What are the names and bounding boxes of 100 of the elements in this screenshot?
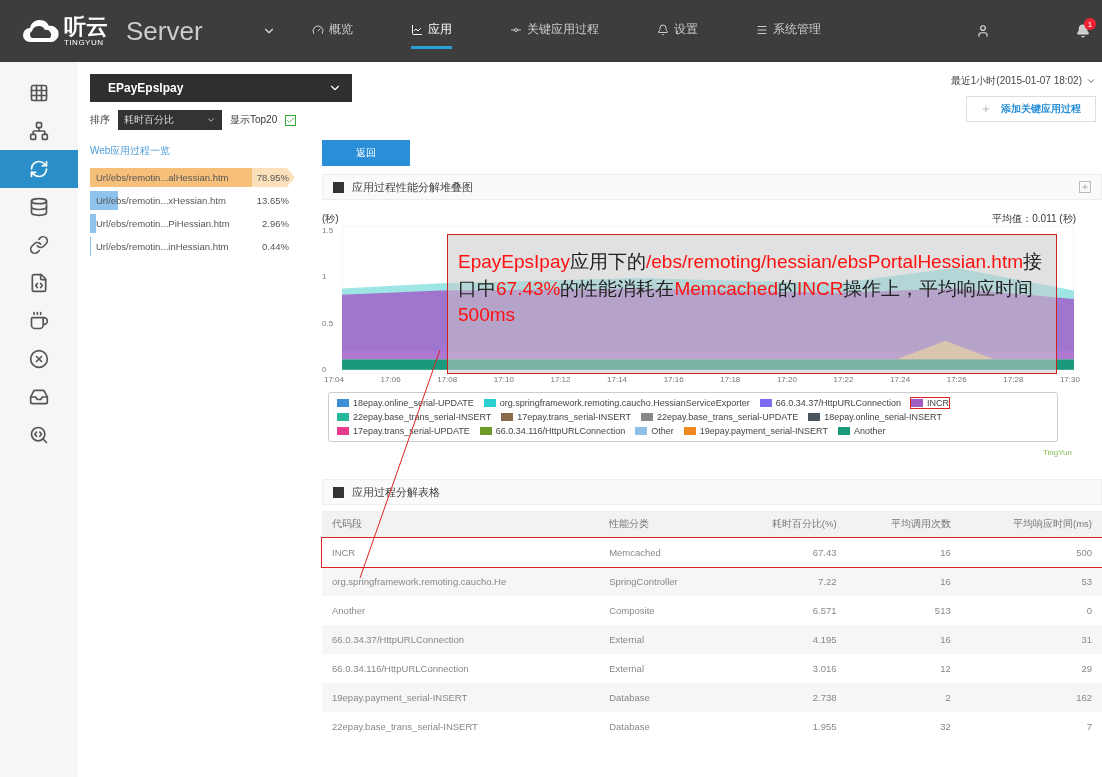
table-cell: Database xyxy=(599,683,726,712)
legend-item[interactable]: 18epay.online_serial-INSERT xyxy=(808,412,942,422)
table-cell: 162 xyxy=(960,683,1102,712)
caret-icon xyxy=(1086,76,1096,86)
coffee-cup-icon xyxy=(29,311,49,331)
top20-label: 显示Top20 xyxy=(230,113,278,127)
process-list-item[interactable]: Url/ebs/remotin...alHessian.htm 78.95% xyxy=(90,168,295,187)
average-label: 平均值：0.011 (秒) xyxy=(992,212,1076,226)
x-tick-label: 17:28 xyxy=(1003,375,1024,384)
cloud-logo-icon xyxy=(22,18,60,44)
table-cell: 0 xyxy=(960,596,1102,625)
nav-tab[interactable]: 设置 xyxy=(657,13,698,49)
x-tick-label: 17:26 xyxy=(946,375,967,384)
column-header[interactable]: 性能分类 xyxy=(599,511,726,538)
chart-credit: TingYun xyxy=(1042,448,1072,457)
notification-badge: 1 xyxy=(1084,18,1096,30)
legend-item[interactable]: org.springframework.remoting.caucho.HessianServiceExporter xyxy=(483,398,750,408)
legend-item[interactable]: Another xyxy=(837,426,886,436)
column-header[interactable]: 平均调用次数 xyxy=(846,511,961,538)
table-cell: 16 xyxy=(846,625,961,654)
legend-item[interactable]: 66.0.34.37/HttpURLConnection xyxy=(759,398,901,408)
x-tick-label: 17:08 xyxy=(437,375,458,384)
collapse-icon[interactable] xyxy=(333,486,344,498)
database-icon xyxy=(29,197,49,217)
link-icon xyxy=(29,235,49,255)
line-chart-icon xyxy=(411,23,423,36)
process-list-item[interactable]: Url/ebs/remotin...inHessian.htm 0.44% xyxy=(90,237,295,256)
nav-tab[interactable]: 系统管理 xyxy=(756,13,821,49)
table-cell: Another xyxy=(322,596,600,625)
hierarchy-icon xyxy=(29,121,49,141)
column-header[interactable]: 耗时百分比(%) xyxy=(725,511,847,538)
table-cell: 67.43 xyxy=(725,538,847,567)
bell-icon[interactable] xyxy=(1076,24,1090,38)
table-cell: 1.955 xyxy=(725,712,847,741)
table-cell: Composite xyxy=(599,596,726,625)
table-cell: 31 xyxy=(960,625,1102,654)
plus-icon xyxy=(981,104,991,114)
inbox-icon xyxy=(29,387,49,407)
x-tick-label: 17:18 xyxy=(720,375,741,384)
logo-subtext: TINGYUN xyxy=(64,37,104,47)
table-cell: 53 xyxy=(960,567,1102,596)
y-axis-unit: (秒) xyxy=(322,212,339,226)
search-icon xyxy=(29,425,49,445)
table-cell: org.springframework.remoting.caucho.He xyxy=(322,567,600,596)
legend-item[interactable]: 22epay.base_trans_serial-UPDATE xyxy=(640,412,799,422)
table-cell: 6.571 xyxy=(725,596,847,625)
legend-item[interactable]: 19epay.payment_serial-INSERT xyxy=(683,426,828,436)
user-avatar-icon[interactable] xyxy=(976,24,990,38)
menu-icon xyxy=(756,23,768,36)
list-title: Web应用过程一览 xyxy=(90,144,172,158)
table-cell: 19epay.payment_serial-INSERT xyxy=(322,683,600,712)
x-tick-label: 17:10 xyxy=(493,375,514,384)
y-tick-label: 1 xyxy=(322,272,328,282)
table-cell: 16 xyxy=(846,567,961,596)
top20-checkbox[interactable] xyxy=(285,114,297,126)
table-cell: 500 xyxy=(960,538,1102,567)
time-range-select[interactable]: 最近1小时(2015-01-07 18:02) xyxy=(950,74,1102,88)
product-name: Server xyxy=(126,15,203,47)
legend-item[interactable]: 66.0.34.116/HttpURLConnection xyxy=(479,426,626,436)
table-cell: 32 xyxy=(846,712,961,741)
y-tick-label: 1.5 xyxy=(322,226,335,235)
logo-text: 听云 xyxy=(64,15,108,38)
x-tick-label: 17:12 xyxy=(550,375,571,384)
column-header[interactable]: 平均响应时间(ms) xyxy=(960,511,1102,538)
legend-item[interactable]: Other xyxy=(635,426,674,436)
table-cell: 7 xyxy=(960,712,1102,741)
table-cell: Memcached xyxy=(599,538,726,567)
x-tick-label: 17:14 xyxy=(607,375,628,384)
error-icon xyxy=(29,349,49,369)
table-cell: 3.016 xyxy=(725,654,847,683)
x-tick-label: 17:30 xyxy=(1059,375,1080,384)
table-cell: 22epay.base_trans_serial-INSERT xyxy=(322,712,600,741)
gauge-icon xyxy=(312,23,324,36)
code-file-icon xyxy=(29,273,49,293)
legend-item[interactable]: 17epay.trans_serial-INSERT xyxy=(501,412,631,422)
table-cell: 12 xyxy=(846,654,961,683)
nav-tab[interactable]: 关键应用过程 xyxy=(510,13,599,49)
table-cell: 66.0.34.37/HttpURLConnection xyxy=(322,625,600,654)
collapse-icon[interactable] xyxy=(333,181,344,193)
table-cell: 16 xyxy=(846,538,961,567)
app-select[interactable]: EPayEpslpay xyxy=(90,74,352,102)
y-tick-label: 0.5 xyxy=(322,318,335,328)
nav-tab[interactable]: 应用 xyxy=(411,13,452,49)
table-cell: 2.738 xyxy=(725,683,847,712)
x-tick-label: 17:04 xyxy=(324,375,345,384)
grid-icon xyxy=(29,83,49,103)
add-process-button[interactable]: 添加关键应用过程 xyxy=(966,96,1096,122)
table-cell: 4.195 xyxy=(725,625,847,654)
legend-item[interactable]: INCR xyxy=(910,398,949,408)
column-header[interactable]: 代码段 xyxy=(322,511,600,538)
y-tick-label: 0 xyxy=(322,365,328,374)
x-tick-label: 17:24 xyxy=(890,375,911,384)
process-list-item[interactable]: Url/ebs/remotin...PiHessian.htm 2.96% xyxy=(90,214,295,233)
refresh-icon xyxy=(29,159,49,179)
sort-select[interactable]: 耗时百分比 xyxy=(118,110,222,130)
x-tick-label: 17:22 xyxy=(833,375,854,384)
x-tick-label: 17:20 xyxy=(776,375,797,384)
caret-icon xyxy=(206,115,216,125)
sidebar-item[interactable] xyxy=(0,150,78,188)
nav-tab[interactable]: 概览 xyxy=(312,13,353,49)
